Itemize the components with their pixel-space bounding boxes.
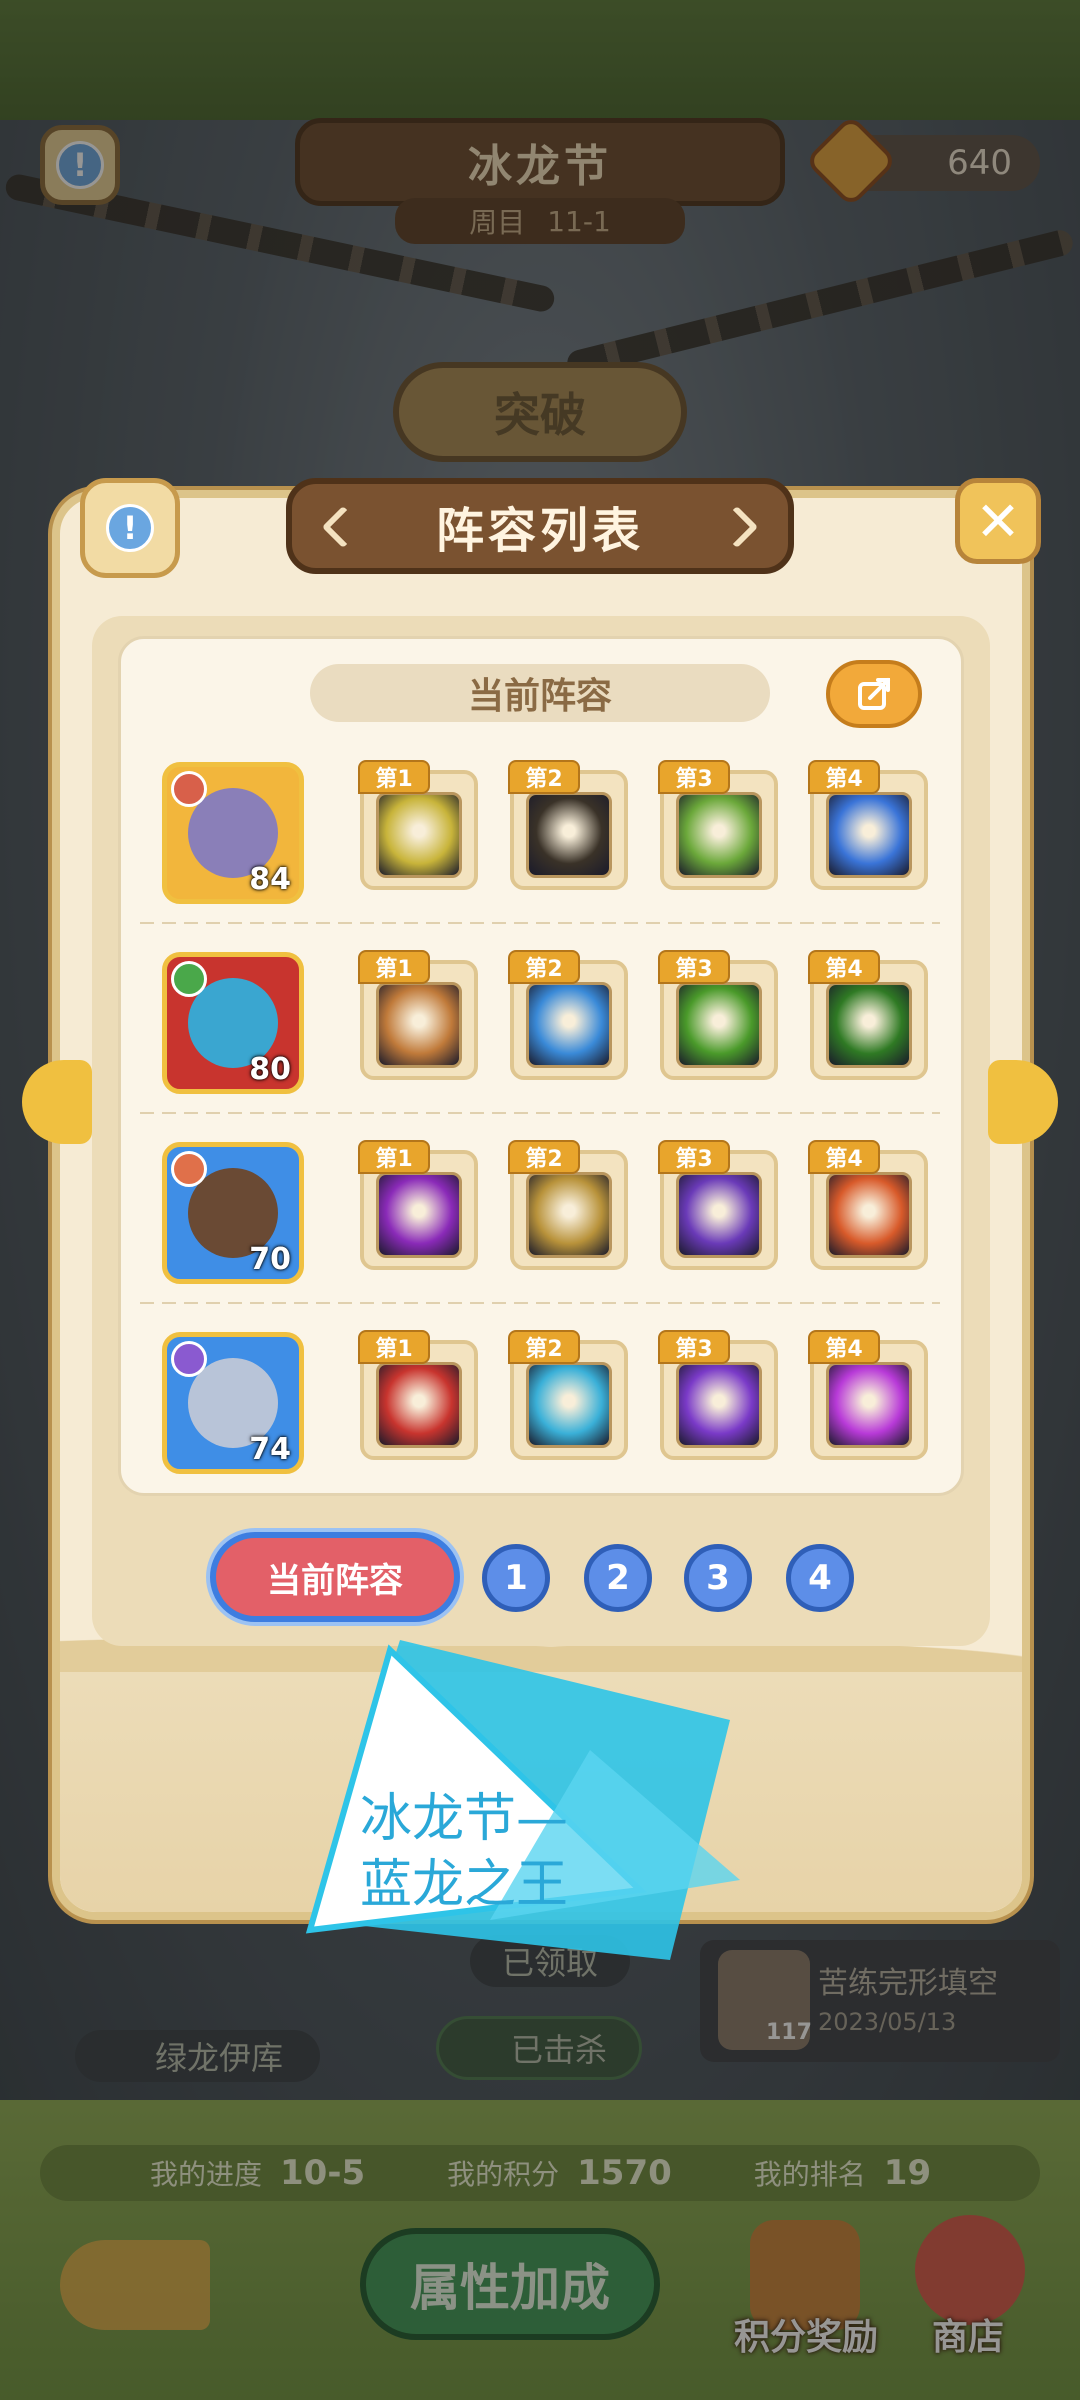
hero-level: 70: [249, 1242, 291, 1277]
skill-slot[interactable]: 第4: [808, 760, 928, 890]
skill-order-tag: 第2: [508, 1330, 580, 1364]
lineup-row: 84 第1 第2 第3 第4: [140, 740, 940, 920]
skill-icon: [376, 792, 462, 878]
skill-icon: [526, 1172, 612, 1258]
stamp-caption-line1: 冰龙节—: [360, 1789, 569, 1849]
dialog-title-text: 阵容列表: [435, 503, 644, 559]
element-icon: [171, 1151, 207, 1187]
skill-slot[interactable]: 第4: [808, 1330, 928, 1460]
hero-level: 84: [249, 862, 291, 897]
skill-slot[interactable]: 第1: [358, 1330, 478, 1460]
skill-order-tag: 第4: [808, 1330, 880, 1364]
skill-order-tag: 第4: [808, 1140, 880, 1174]
skill-icon: [526, 1362, 612, 1448]
stamp-caption: 冰龙节— 蓝龙之王: [360, 1786, 620, 1918]
skill-icon: [676, 1362, 762, 1448]
skill-slot[interactable]: 第1: [358, 760, 478, 890]
skill-icon: [526, 792, 612, 878]
skill-order-tag: 第1: [358, 760, 430, 794]
skill-order-tag: 第1: [358, 950, 430, 984]
skill-slot[interactable]: 第2: [508, 1330, 628, 1460]
element-icon: [171, 961, 207, 997]
close-button[interactable]: ✕: [955, 478, 1041, 564]
skill-icon: [826, 792, 912, 878]
dialog-title: 阵容列表: [286, 478, 794, 574]
skill-order-tag: 第1: [358, 1330, 430, 1364]
skill-order-tag: 第3: [658, 1140, 730, 1174]
skill-order-tag: 第3: [658, 950, 730, 984]
row-divider: [140, 1112, 940, 1114]
lineup-row: 80 第1 第2 第3 第4: [140, 930, 940, 1110]
info-icon: !: [106, 504, 154, 552]
element-icon: [171, 1341, 207, 1377]
tab-lineup-2[interactable]: 2: [584, 1544, 652, 1612]
hero-level: 80: [249, 1052, 291, 1087]
skill-icon: [526, 982, 612, 1068]
hero-portrait[interactable]: 74: [162, 1332, 304, 1474]
skill-order-tag: 第1: [358, 1140, 430, 1174]
lineup-row: 70 第1 第2 第3 第4: [140, 1120, 940, 1300]
tab-lineup-1[interactable]: 1: [482, 1544, 550, 1612]
tab-lineup-3[interactable]: 3: [684, 1544, 752, 1612]
skill-slot[interactable]: 第4: [808, 950, 928, 1080]
share-icon: [858, 678, 890, 710]
hero-portrait[interactable]: 84: [162, 762, 304, 904]
skill-slot[interactable]: 第3: [658, 1140, 778, 1270]
hero-level: 74: [249, 1432, 291, 1467]
skill-slot[interactable]: 第3: [658, 950, 778, 1080]
skill-icon: [676, 982, 762, 1068]
share-button[interactable]: [826, 660, 922, 728]
skill-order-tag: 第3: [658, 760, 730, 794]
tab-current-lineup[interactable]: 当前阵容: [210, 1532, 460, 1622]
current-lineup-header: 当前阵容: [310, 664, 770, 722]
skill-order-tag: 第4: [808, 760, 880, 794]
element-icon: [171, 771, 207, 807]
row-divider: [140, 922, 940, 924]
lineup-row: 74 第1 第2 第3 第4: [140, 1310, 940, 1490]
skill-order-tag: 第2: [508, 950, 580, 984]
skill-slot[interactable]: 第2: [508, 1140, 628, 1270]
skill-order-tag: 第3: [658, 1330, 730, 1364]
skill-order-tag: 第4: [808, 950, 880, 984]
skill-order-tag: 第2: [508, 1140, 580, 1174]
skill-slot[interactable]: 第1: [358, 1140, 478, 1270]
skill-slot[interactable]: 第2: [508, 760, 628, 890]
skill-icon: [826, 1172, 912, 1258]
skill-icon: [676, 792, 762, 878]
skill-slot[interactable]: 第1: [358, 950, 478, 1080]
skill-slot[interactable]: 第4: [808, 1140, 928, 1270]
skill-order-tag: 第2: [508, 760, 580, 794]
skill-icon: [676, 1172, 762, 1258]
tab-lineup-4[interactable]: 4: [786, 1544, 854, 1612]
skill-slot[interactable]: 第3: [658, 1330, 778, 1460]
hero-portrait[interactable]: 70: [162, 1142, 304, 1284]
skill-icon: [376, 1172, 462, 1258]
skill-slot[interactable]: 第3: [658, 760, 778, 890]
chevron-right-icon: [715, 505, 759, 549]
skill-icon: [376, 982, 462, 1068]
row-divider: [140, 1302, 940, 1304]
chevron-left-icon: [321, 505, 365, 549]
skill-icon: [376, 1362, 462, 1448]
skill-icon: [826, 982, 912, 1068]
stamp-caption-line2: 蓝龙之王: [360, 1855, 569, 1915]
skill-icon: [826, 1362, 912, 1448]
close-icon: ✕: [975, 489, 1021, 553]
skill-slot[interactable]: 第2: [508, 950, 628, 1080]
hero-portrait[interactable]: 80: [162, 952, 304, 1094]
dialog-info-button[interactable]: !: [80, 478, 180, 578]
